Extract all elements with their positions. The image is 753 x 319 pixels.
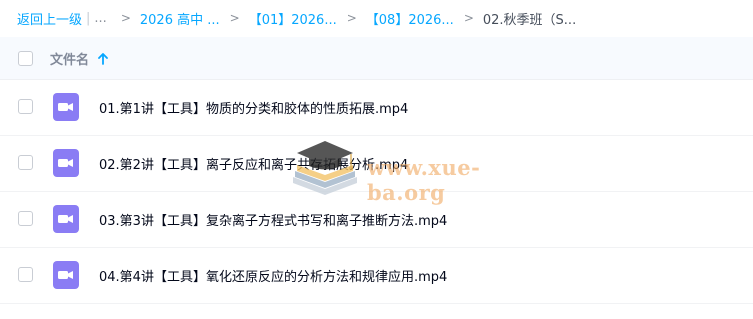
breadcrumb-separator: >	[120, 11, 131, 25]
file-checkbox[interactable]	[18, 155, 33, 170]
select-all-checkbox[interactable]	[18, 51, 33, 66]
file-name[interactable]: 02.第2讲【工具】离子反应和离子共存拓展分析.mp4	[99, 154, 408, 173]
filename-column-header[interactable]: 文件名	[50, 49, 108, 68]
file-name[interactable]: 04.第4讲【工具】氧化还原反应的分析方法和规律应用.mp4	[99, 266, 447, 285]
breadcrumb-ellipsis[interactable]: ...	[94, 11, 106, 26]
file-browser: 返回上一级 | ... > 2026 高中 ... > 【01】2026... …	[0, 0, 753, 319]
file-name[interactable]: 03.第3讲【工具】复杂离子方程式书写和离子推断方法.mp4	[99, 210, 447, 229]
breadcrumb: 返回上一级 | ... > 2026 高中 ... > 【01】2026... …	[0, 0, 753, 36]
file-checkbox[interactable]	[18, 211, 33, 226]
file-row[interactable]: 02.第2讲【工具】离子反应和离子共存拓展分析.mp4	[0, 136, 753, 192]
video-file-icon	[53, 261, 79, 289]
breadcrumb-item-2026-high-school[interactable]: 2026 高中 ...	[140, 9, 220, 28]
breadcrumb-separator: >	[229, 11, 240, 25]
breadcrumb-item-01[interactable]: 【01】2026...	[249, 9, 337, 28]
breadcrumb-current: 02.秋季班（S...	[482, 12, 577, 28]
breadcrumb-separator: >	[463, 11, 474, 25]
breadcrumb-divider: |	[86, 10, 91, 26]
breadcrumb-separator: >	[346, 11, 357, 25]
back-link[interactable]: 返回上一级	[17, 9, 82, 28]
video-file-icon	[53, 93, 79, 121]
file-row[interactable]: 04.第4讲【工具】氧化还原反应的分析方法和规律应用.mp4	[0, 248, 753, 304]
file-checkbox[interactable]	[18, 99, 33, 114]
file-row[interactable]: 01.第1讲【工具】物质的分类和胶体的性质拓展.mp4	[0, 80, 753, 136]
file-checkbox[interactable]	[18, 267, 33, 282]
file-list-header: 文件名	[0, 37, 753, 80]
video-file-icon	[53, 205, 79, 233]
file-name[interactable]: 01.第1讲【工具】物质的分类和胶体的性质拓展.mp4	[99, 98, 408, 117]
arrow-up-icon	[98, 52, 108, 65]
breadcrumb-item-08[interactable]: 【08】2026...	[366, 9, 454, 28]
video-file-icon	[53, 149, 79, 177]
file-row[interactable]: 03.第3讲【工具】复杂离子方程式书写和离子推断方法.mp4	[0, 192, 753, 248]
filename-column-label: 文件名	[50, 53, 90, 68]
